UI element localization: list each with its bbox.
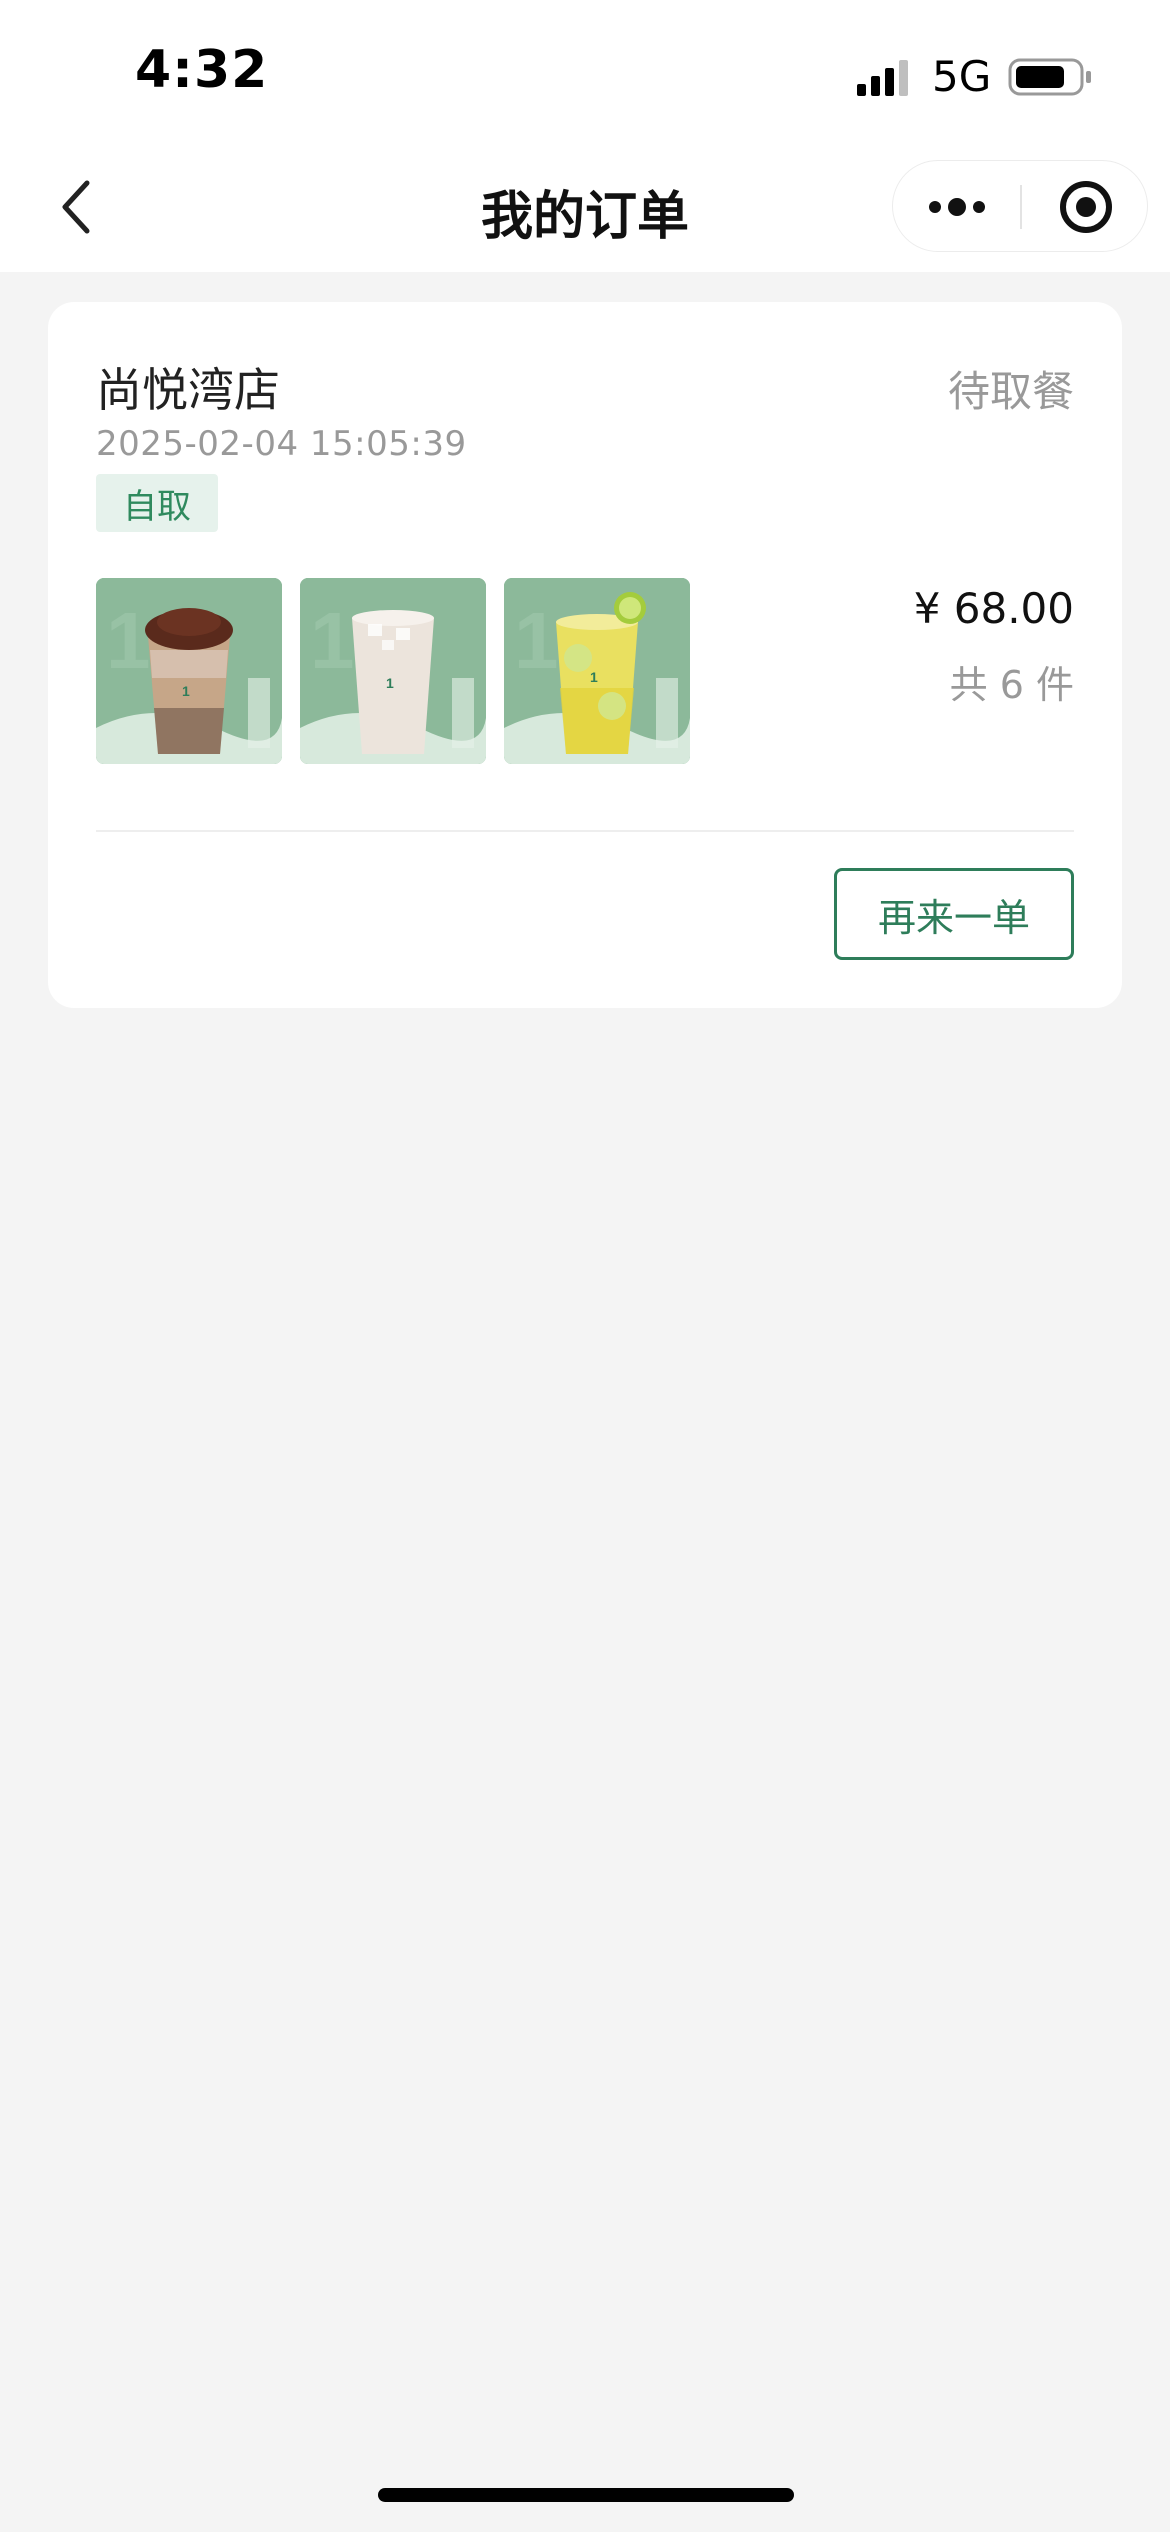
card-divider <box>96 830 1074 832</box>
svg-text:1: 1 <box>386 675 394 691</box>
pickup-badge: 自取 <box>96 474 218 532</box>
svg-text:1: 1 <box>106 596 151 685</box>
store-name: 尚悦湾店 <box>96 363 280 417</box>
mini-program-capsule <box>892 160 1148 252</box>
product-image: 1 1 <box>96 578 282 764</box>
signal-icon <box>857 60 908 96</box>
home-indicator <box>378 2488 794 2502</box>
close-button[interactable] <box>1022 161 1149 253</box>
milk-tea-with-topping-image: 1 1 <box>96 578 282 764</box>
svg-text:1: 1 <box>590 669 598 685</box>
order-datetime: 2025-02-04 15:05:39 <box>96 424 467 464</box>
svg-text:1: 1 <box>182 683 190 699</box>
item-count: 共 6 件 <box>949 663 1074 707</box>
close-circle-icon <box>1059 181 1112 233</box>
status-bar: 4:32 5G <box>0 0 1170 140</box>
network-label: 5G <box>932 52 992 101</box>
svg-text:1: 1 <box>310 596 355 685</box>
status-time: 4:32 <box>135 40 269 100</box>
order-status: 待取餐 <box>947 367 1074 416</box>
product-image: 1 1 <box>300 578 486 764</box>
reorder-button[interactable]: 再来一单 <box>834 868 1074 960</box>
battery-icon <box>1008 58 1091 96</box>
product-images: 1 1 1 1 1 1 <box>96 578 690 764</box>
order-total-price: ¥ 68.00 <box>913 584 1074 633</box>
product-image: 1 1 <box>504 578 690 764</box>
lime-juice-drink-image: 1 1 <box>504 578 690 764</box>
more-dots-icon <box>928 198 985 216</box>
coconut-milk-drink-image: 1 1 <box>300 578 486 764</box>
nav-bar: 我的订单 <box>0 140 1170 272</box>
svg-text:1: 1 <box>514 596 559 685</box>
more-button[interactable] <box>893 161 1020 253</box>
order-card[interactable]: 尚悦湾店 待取餐 2025-02-04 15:05:39 自取 1 1 1 1 … <box>48 302 1122 1008</box>
